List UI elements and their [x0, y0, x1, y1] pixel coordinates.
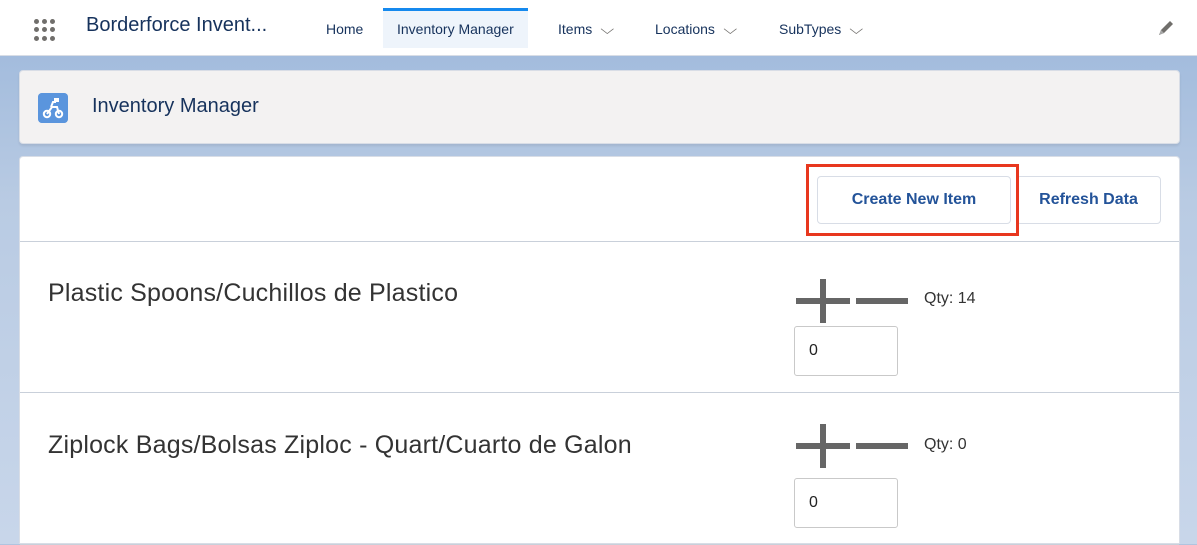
minus-icon[interactable]	[856, 424, 908, 468]
tab-inventory-manager[interactable]: Inventory Manager	[383, 8, 528, 48]
tab-subtypes[interactable]: SubTypes ⌵	[779, 8, 864, 50]
tab-home[interactable]: Home	[326, 8, 363, 48]
tab-label: Inventory Manager	[397, 21, 514, 37]
inventory-list-card: Create New Item Refresh Data Plastic Spo…	[19, 156, 1180, 545]
chevron-down-icon[interactable]: ⌵	[601, 8, 615, 50]
inventory-vehicle-icon	[38, 93, 68, 123]
quantity-input[interactable]	[794, 326, 898, 376]
pencil-edit-icon[interactable]	[1156, 18, 1176, 38]
page-header: Inventory Manager	[19, 70, 1180, 144]
tab-label: SubTypes	[779, 21, 842, 37]
quantity-label: Qty: 0	[924, 436, 967, 453]
chevron-down-icon[interactable]: ⌵	[850, 8, 864, 50]
app-name: Borderforce Invent...	[86, 14, 268, 36]
refresh-data-button[interactable]: Refresh Data	[1016, 176, 1161, 224]
global-nav-bar: Borderforce Invent... Home Inventory Man…	[0, 0, 1197, 56]
tab-label: Home	[326, 21, 364, 37]
minus-icon[interactable]	[856, 279, 908, 323]
toolbar: Create New Item Refresh Data	[20, 157, 1179, 242]
plus-icon[interactable]	[796, 279, 850, 323]
quantity-label: Qty: 14	[924, 290, 976, 307]
item-name: Ziplock Bags/Bolsas Ziploc - Quart/Cuart…	[48, 431, 632, 459]
list-item: Plastic Spoons/Cuchillos de Plastico Qty…	[20, 241, 1179, 393]
highlight-annotation	[806, 164, 1019, 236]
app-launcher-icon[interactable]	[34, 19, 56, 41]
tab-label: Locations	[655, 21, 715, 37]
tab-items[interactable]: Items ⌵	[558, 8, 615, 50]
plus-icon[interactable]	[796, 424, 850, 468]
item-name: Plastic Spoons/Cuchillos de Plastico	[48, 279, 459, 307]
page-title: Inventory Manager	[92, 95, 259, 117]
tab-label: Items	[558, 21, 593, 37]
list-item: Ziplock Bags/Bolsas Ziploc - Quart/Cuart…	[20, 393, 1179, 545]
quantity-input[interactable]	[794, 478, 898, 528]
tab-locations[interactable]: Locations ⌵	[655, 8, 737, 50]
chevron-down-icon[interactable]: ⌵	[723, 8, 737, 50]
